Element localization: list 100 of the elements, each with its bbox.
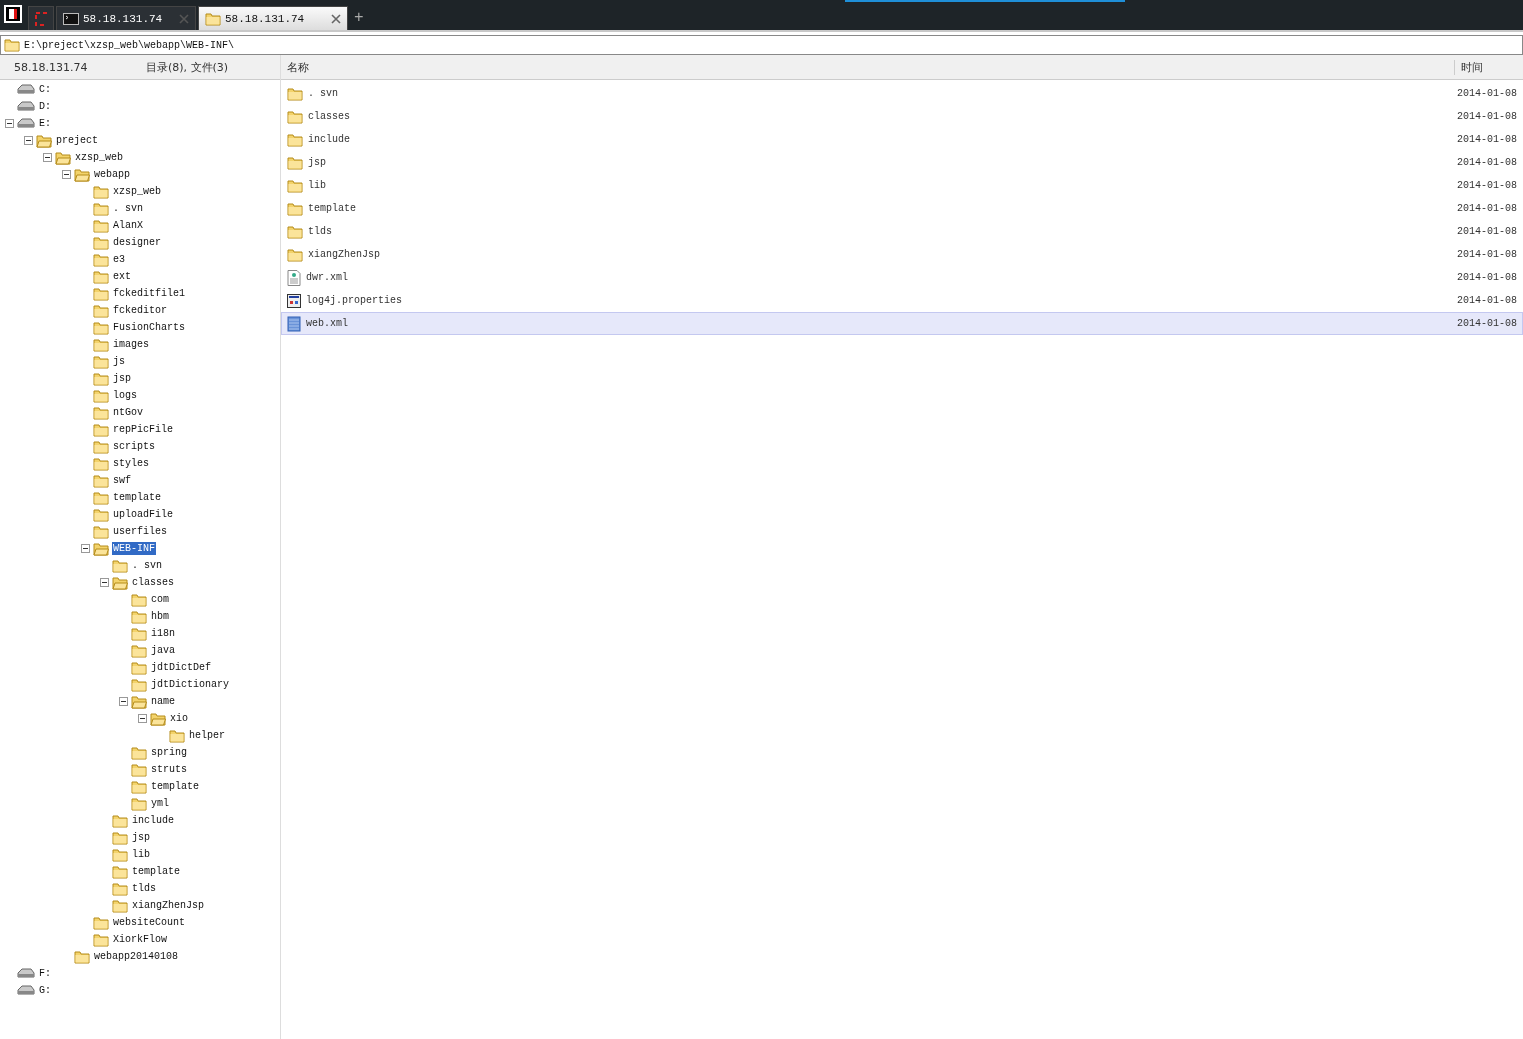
column-header[interactable]: 时间 <box>1454 59 1523 75</box>
file-row[interactable]: xiangZhenJsp 2014-01-08 <box>281 243 1523 266</box>
tree-item[interactable]: D: <box>38 100 52 113</box>
tree-item[interactable]: fckeditor <box>112 304 168 317</box>
tree-item[interactable]: . svn <box>131 559 163 572</box>
tree-item[interactable]: e3 <box>112 253 126 266</box>
tree-item[interactable]: F: <box>38 967 52 980</box>
tree-item[interactable]: ext <box>112 270 132 283</box>
tab[interactable]: 58.18.131.74 <box>198 6 348 30</box>
tree-item[interactable]: jdtDictionary <box>150 678 230 691</box>
tab[interactable] <box>28 6 54 30</box>
tree-item[interactable]: template <box>150 780 200 793</box>
tree-item[interactable]: lib <box>131 848 151 861</box>
tree-item[interactable]: C: <box>38 83 52 96</box>
folder-icon <box>93 252 109 267</box>
collapse-toggle[interactable] <box>81 544 90 553</box>
tree-item[interactable]: fckeditfile1 <box>112 287 186 300</box>
tree-item[interactable]: java <box>150 644 176 657</box>
tree-item[interactable]: struts <box>150 763 188 776</box>
file-name: include <box>308 134 350 145</box>
tree-item[interactable]: tlds <box>131 882 157 895</box>
drive-icon <box>17 100 35 113</box>
tree-item[interactable]: repPicFile <box>112 423 174 436</box>
tree-item[interactable]: hbm <box>150 610 170 623</box>
folder-icon <box>93 201 109 216</box>
file-row[interactable]: jsp 2014-01-08 <box>281 151 1523 174</box>
close-icon[interactable] <box>331 13 341 24</box>
app-icon[interactable] <box>4 5 22 23</box>
tree-item[interactable]: helper <box>188 729 226 742</box>
file-row[interactable]: dwr.xml 2014-01-08 <box>281 266 1523 289</box>
tree-item[interactable]: swf <box>112 474 132 487</box>
tree-item[interactable]: jsp <box>112 372 132 385</box>
tree-item[interactable]: xiangZhenJsp <box>131 899 205 912</box>
tree-item[interactable]: scripts <box>112 440 156 453</box>
tree-item[interactable]: userfiles <box>112 525 168 538</box>
tree-item[interactable]: websiteCount <box>112 916 186 929</box>
tree-item[interactable]: jsp <box>131 831 151 844</box>
folder-icon <box>93 286 109 301</box>
tree-item[interactable]: XiorkFlow <box>112 933 168 946</box>
file-row[interactable]: classes 2014-01-08 <box>281 105 1523 128</box>
file-row[interactable]: web.xml 2014-01-08 <box>281 312 1523 335</box>
folder-icon <box>93 541 109 556</box>
tree-item[interactable]: E: <box>38 117 52 130</box>
file-name: xiangZhenJsp <box>308 249 380 260</box>
tree-item[interactable]: G: <box>38 984 52 997</box>
tree-item[interactable]: . svn <box>112 202 144 215</box>
tree-item[interactable]: xzsp_web <box>74 151 124 164</box>
tree-item[interactable]: logs <box>112 389 138 402</box>
tree-item[interactable]: name <box>150 695 176 708</box>
file-row[interactable]: lib 2014-01-08 <box>281 174 1523 197</box>
folder-icon <box>112 558 128 573</box>
tree-item[interactable]: images <box>112 338 150 351</box>
collapse-toggle[interactable] <box>100 578 109 587</box>
tree-item[interactable]: FusionCharts <box>112 321 186 334</box>
collapse-toggle[interactable] <box>5 119 14 128</box>
tree-item[interactable]: com <box>150 593 170 606</box>
folder-icon <box>93 915 109 930</box>
tree-item[interactable]: js <box>112 355 126 368</box>
collapse-toggle[interactable] <box>138 714 147 723</box>
file-row[interactable]: tlds 2014-01-08 <box>281 220 1523 243</box>
collapse-toggle[interactable] <box>24 136 33 145</box>
folder-icon <box>93 354 109 369</box>
file-name: classes <box>308 111 350 122</box>
file-row[interactable]: include 2014-01-08 <box>281 128 1523 151</box>
tree-item[interactable]: WEB-INF <box>112 542 156 555</box>
column-header[interactable]: 名称 <box>281 59 309 75</box>
folder-icon <box>131 592 147 607</box>
tree-item[interactable]: styles <box>112 457 150 470</box>
tree-item[interactable]: AlanX <box>112 219 144 232</box>
tree-item[interactable]: include <box>131 814 175 827</box>
tree-item[interactable]: webapp <box>93 168 131 181</box>
tree-item[interactable]: xzsp_web <box>112 185 162 198</box>
file-row[interactable]: log4j.properties 2014-01-08 <box>281 289 1523 312</box>
tree-item[interactable]: yml <box>150 797 170 810</box>
tree-item[interactable]: jdtDictDef <box>150 661 212 674</box>
collapse-toggle[interactable] <box>119 697 128 706</box>
collapse-toggle[interactable] <box>62 170 71 179</box>
tree-item[interactable]: uploadFile <box>112 508 174 521</box>
new-tab-button[interactable]: + <box>354 9 364 27</box>
path-field[interactable]: E:\preject\xzsp_web\webapp\WEB-INF\ <box>0 35 1523 55</box>
tree-item[interactable]: template <box>112 491 162 504</box>
file-row[interactable]: . svn 2014-01-08 <box>281 82 1523 105</box>
folder-icon <box>131 779 147 794</box>
tree-item[interactable]: template <box>131 865 181 878</box>
file-time: 2014-01-08 <box>1457 180 1517 191</box>
folder-icon <box>93 269 109 284</box>
collapse-toggle[interactable] <box>43 153 52 162</box>
tree-item[interactable]: preject <box>55 134 99 147</box>
drive-icon <box>17 83 35 96</box>
tree-item[interactable]: ntGov <box>112 406 144 419</box>
tab[interactable]: 58.18.131.74 <box>56 6 196 30</box>
tree-item[interactable]: webapp20140108 <box>93 950 179 963</box>
tree-item[interactable]: designer <box>112 236 162 249</box>
file-time: 2014-01-08 <box>1457 249 1517 260</box>
folder-icon <box>131 694 147 709</box>
tree-item[interactable]: spring <box>150 746 188 759</box>
tree-item[interactable]: i18n <box>150 627 176 640</box>
tree-item[interactable]: xio <box>169 712 189 725</box>
file-row[interactable]: template 2014-01-08 <box>281 197 1523 220</box>
tree-item[interactable]: classes <box>131 576 175 589</box>
